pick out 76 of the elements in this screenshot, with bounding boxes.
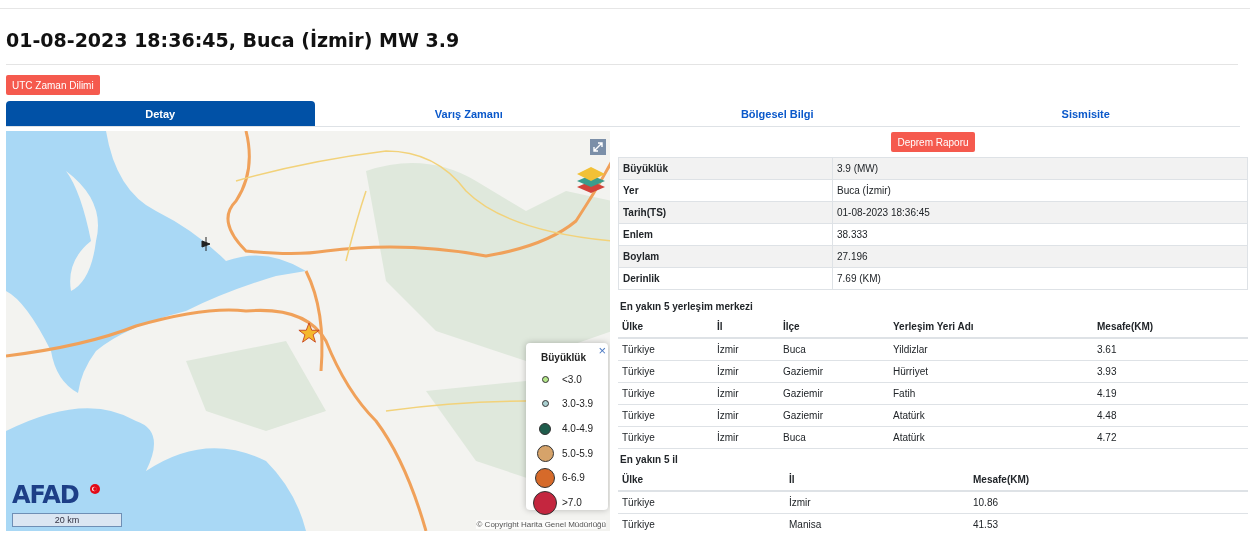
column-header: Ülke — [618, 469, 785, 491]
table-cell: Türkiye — [618, 491, 785, 514]
detail-value: Buca (İzmir) — [832, 179, 1248, 202]
legend-label: 5.0-5.9 — [562, 447, 594, 459]
expand-arrows-icon — [593, 142, 603, 152]
table-cell: İzmir — [713, 426, 779, 449]
table-cell: Türkiye — [618, 360, 713, 383]
table-cell: 10.86 — [969, 491, 1248, 514]
table-cell: Türkiye — [618, 404, 713, 427]
detail-label: Boylam — [618, 245, 833, 268]
table-cell: Gaziemir — [779, 382, 889, 405]
epicenter-star-icon[interactable] — [298, 322, 320, 344]
table-cell: 4.48 — [1093, 404, 1248, 427]
table-cell: Fatih — [889, 382, 1093, 405]
detail-label: Enlem — [618, 223, 833, 246]
table-cell: 3.61 — [1093, 338, 1248, 361]
detail-label: Tarih(TS) — [618, 201, 833, 224]
detail-label: Büyüklük — [618, 157, 833, 180]
table-cell: Gaziemir — [779, 404, 889, 427]
tab[interactable]: Detay — [6, 101, 315, 126]
legend-label: 6-6.9 — [562, 472, 585, 484]
table-cell: Buca — [779, 338, 889, 361]
table-cell: Manisa — [785, 513, 969, 533]
detail-value: 01-08-2023 18:36:45 — [832, 201, 1248, 224]
tab[interactable]: Sismisite — [931, 101, 1240, 126]
table-cell: Hürriyet — [889, 360, 1093, 383]
detail-value: 38.333 — [832, 223, 1248, 246]
timezone-button[interactable]: UTC Zaman Dilimi — [6, 75, 100, 95]
table-cell: Türkiye — [618, 426, 713, 449]
column-header: İlçe — [779, 316, 889, 338]
copyright-text: © Copyright Harita Genel Müdürlüğü — [476, 520, 606, 529]
table-cell: Buca — [779, 426, 889, 449]
column-header: Mesafe(KM) — [969, 469, 1248, 491]
section-title: En yakın 5 yerleşim merkezi — [620, 301, 754, 312]
table-cell: Türkiye — [618, 382, 713, 405]
crescent-star-icon — [90, 484, 100, 494]
logo: AFAD — [12, 481, 79, 509]
column-header: Mesafe(KM) — [1093, 316, 1248, 338]
table-cell: 4.72 — [1093, 426, 1248, 449]
table-cell: İzmir — [713, 404, 779, 427]
column-header: İl — [785, 469, 969, 491]
tab[interactable]: Bölgesel Bilgi — [623, 101, 932, 126]
column-header: İl — [713, 316, 779, 338]
table-cell: 41.53 — [969, 513, 1248, 533]
detail-label: Derinlik — [618, 267, 833, 290]
column-header: Yerleşim Yeri Adı — [889, 316, 1093, 338]
table-cell: İzmir — [713, 360, 779, 383]
page-title: 01-08-2023 18:36:45, Buca (İzmir) MW 3.9 — [6, 9, 1238, 65]
table-cell: Türkiye — [618, 513, 785, 533]
table-cell: Atatürk — [889, 426, 1093, 449]
detail-label: Yer — [618, 179, 833, 202]
map-drawing[interactable] — [6, 131, 610, 531]
table-cell: İzmir — [785, 491, 969, 514]
legend-label: 4.0-4.9 — [562, 423, 594, 435]
table-cell: 3.93 — [1093, 360, 1248, 383]
table-cell: İzmir — [713, 338, 779, 361]
legend-title: Büyüklük — [541, 352, 586, 363]
legend-label: <3.0 — [562, 373, 582, 385]
tab[interactable]: Varış Zamanı — [314, 101, 623, 126]
close-button[interactable]: × — [598, 344, 606, 358]
fullscreen-button[interactable] — [590, 139, 606, 155]
column-header: Ülke — [618, 316, 713, 338]
section-title: En yakın 5 il — [620, 454, 679, 465]
detail-value: 27.196 — [832, 245, 1248, 268]
legend-label: >7.0 — [562, 497, 582, 509]
legend-label: 3.0-3.9 — [562, 398, 594, 410]
detail-value: 3.9 (MW) — [832, 157, 1248, 180]
table-cell: İzmir — [713, 382, 779, 405]
table-cell: Yildizlar — [889, 338, 1093, 361]
table-cell: 4.19 — [1093, 382, 1248, 405]
detail-value: 7.69 (KM) — [832, 267, 1248, 290]
report-button[interactable]: Deprem Raporu — [891, 132, 975, 152]
table-cell: Atatürk — [889, 404, 1093, 427]
table-cell: Türkiye — [618, 338, 713, 361]
table-cell: Gaziemir — [779, 360, 889, 383]
scale-bar: 20 km — [12, 513, 122, 527]
